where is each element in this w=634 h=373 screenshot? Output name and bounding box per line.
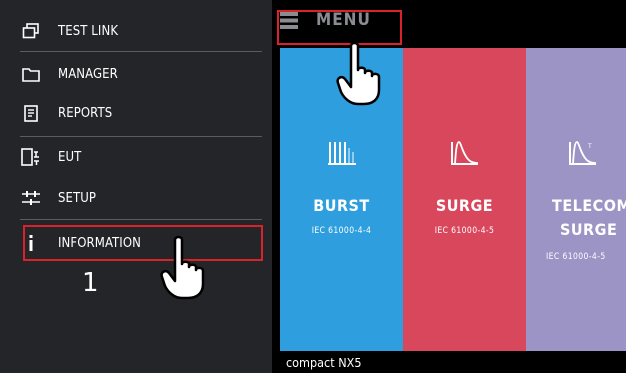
step-number: 1: [82, 268, 99, 298]
pointing-hand-icon: [160, 234, 206, 304]
sidebar-item-test-link[interactable]: TEST LINK: [20, 16, 118, 46]
divider: [20, 51, 262, 52]
sliders-icon: [20, 189, 42, 207]
sidebar-item-label: TEST LINK: [58, 23, 119, 39]
telecom-surge-icon: T: [526, 140, 626, 166]
windows-icon: [20, 22, 42, 40]
burst-icon: [280, 140, 403, 166]
tile-title-line2: SURGE: [560, 220, 618, 239]
main-panel: MENU BURST IEC 61000-4-4 SURGE IEC 61000…: [272, 0, 626, 373]
document-icon: [20, 104, 42, 122]
sidebar-item-label: EUT: [58, 149, 82, 165]
device-icon: [20, 148, 42, 166]
tile-telecom-surge[interactable]: T TELECOM SURGE IEC 61000-4-5: [526, 48, 626, 351]
sidebar: TEST LINK MANAGER REPORTS EUT SETUP INFO…: [0, 0, 272, 373]
sidebar-item-label: REPORTS: [58, 105, 113, 121]
folder-icon: [20, 65, 42, 83]
divider: [20, 136, 262, 137]
information-highlight-box: [23, 225, 263, 261]
divider: [20, 219, 262, 220]
pointing-hand-icon: [336, 40, 382, 110]
device-name: compact NX5: [286, 355, 362, 370]
sidebar-item-setup[interactable]: SETUP: [20, 183, 96, 213]
svg-text:T: T: [587, 143, 592, 150]
tile-title: SURGE: [435, 196, 494, 215]
tile-title-line1: TELECOM: [552, 196, 626, 215]
surge-icon: [403, 140, 526, 166]
sidebar-item-label: MANAGER: [58, 66, 118, 82]
sidebar-item-reports[interactable]: REPORTS: [20, 98, 112, 128]
sidebar-item-manager[interactable]: MANAGER: [20, 59, 118, 89]
tile-standard: IEC 61000-4-5: [546, 252, 606, 262]
tile-standard: IEC 61000-4-4: [311, 226, 372, 236]
tile-standard: IEC 61000-4-5: [434, 226, 495, 236]
sidebar-item-label: SETUP: [58, 190, 97, 206]
device-screen: TEST LINK MANAGER REPORTS EUT SETUP INFO…: [0, 0, 626, 373]
sidebar-item-eut[interactable]: EUT: [20, 142, 81, 172]
footer: compact NX5: [272, 351, 626, 373]
tile-surge[interactable]: SURGE IEC 61000-4-5: [403, 48, 526, 351]
tile-title: BURST: [313, 196, 370, 215]
